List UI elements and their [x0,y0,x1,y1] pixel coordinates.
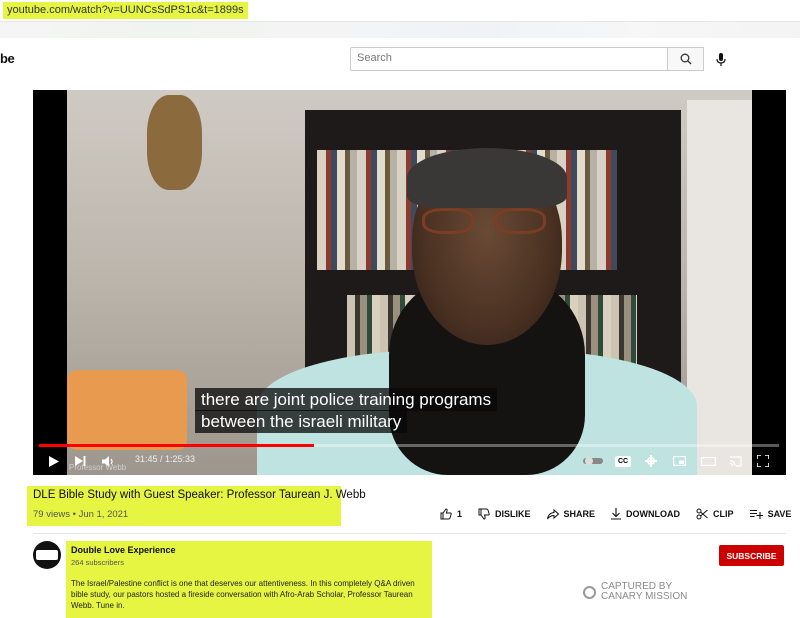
caption-line-2: between the israeli military [195,410,408,433]
autoplay-toggle[interactable] [581,450,605,472]
scissors-icon [696,508,708,520]
video-player[interactable]: there are joint police training programs… [33,90,786,475]
speaker-name-tag: Professor Webb [69,463,127,472]
watermark-line-2: CANARY MISSION [601,591,688,602]
dislike-label: DISLIKE [495,509,531,519]
share-button[interactable]: SHARE [546,508,596,520]
dislike-button[interactable]: DISLIKE [478,508,531,520]
address-bar[interactable]: youtube.com/watch?v=UUNCsSdPS1c&t=1899s [0,0,800,22]
download-label: DOWNLOAD [626,509,681,519]
miniplayer-icon [672,456,686,466]
fullscreen-button[interactable] [753,450,773,472]
save-button[interactable]: SAVE [749,509,792,519]
caption-line-1: there are joint police training programs [195,388,498,411]
voice-search-button[interactable] [709,47,733,71]
captions-button[interactable]: CC [613,450,633,472]
video-frame [67,90,752,475]
video-actions: 1 DISLIKE SHARE DOWNLOAD CLIP SAVE [440,508,800,520]
speaker-headwrap [407,148,567,208]
time-display: 31:45 / 1:25:33 [135,454,196,464]
play-button[interactable] [45,450,63,472]
search-icon [680,53,691,65]
clip-button[interactable]: CLIP [696,508,734,520]
play-icon [49,455,59,467]
miniplayer-button[interactable] [669,450,689,472]
progress-bar[interactable] [39,444,779,447]
save-label: SAVE [767,509,792,519]
clip-label: CLIP [713,509,734,519]
view-count-date: 79 views • Jun 1, 2021 [33,509,129,520]
progress-fill [39,444,314,447]
video-title: DLE Bible Study with Guest Speaker: Prof… [33,489,366,501]
search-input[interactable]: Search [350,47,668,71]
download-button[interactable]: DOWNLOAD [611,508,680,520]
theater-mode-icon [700,456,716,466]
channel-logo-icon [36,550,58,560]
url-text[interactable]: youtube.com/watch?v=UUNCsSdPS1c&t=1899s [3,2,248,19]
wooden-mask [147,95,202,190]
background-object [67,370,187,450]
cast-icon [729,455,742,467]
page: youtube.com/watch?v=UUNCsSdPS1c&t=1899s … [0,0,800,618]
youtube-logo[interactable]: be [0,51,15,66]
download-icon [611,508,622,520]
cast-button[interactable] [725,450,745,472]
theater-mode-button[interactable] [697,450,719,472]
share-icon [546,508,559,519]
channel-avatar[interactable] [33,541,61,569]
speaker-glasses [422,208,550,236]
like-button[interactable]: 1 [440,508,462,520]
cc-icon: CC [614,455,632,467]
playlist-add-icon [749,509,763,519]
share-label: SHARE [563,509,596,519]
subscriber-count: 264 subscribers [71,558,124,567]
blurred-bookmarks-bar [0,22,800,38]
search-button[interactable] [667,47,704,71]
channel-name[interactable]: Double Love Experience [71,545,176,555]
watermark-text: CAPTURED BY CANARY MISSION [601,582,687,602]
mic-icon [716,52,726,66]
settings-button[interactable] [641,450,661,472]
section-divider [33,533,786,534]
thumbs-down-icon [478,508,490,520]
fullscreen-icon [757,455,769,467]
video-description: The Israel/Palestine conflict is one tha… [71,579,415,610]
autoplay-toggle-icon [583,457,603,465]
thumbs-up-icon [440,508,452,520]
like-count: 1 [457,509,463,519]
gear-icon [645,455,657,467]
canary-mission-watermark: CAPTURED BY CANARY MISSION [583,582,687,602]
subscribe-button[interactable]: SUBSCRIBE [719,545,784,566]
canary-mission-logo-icon [583,585,596,599]
